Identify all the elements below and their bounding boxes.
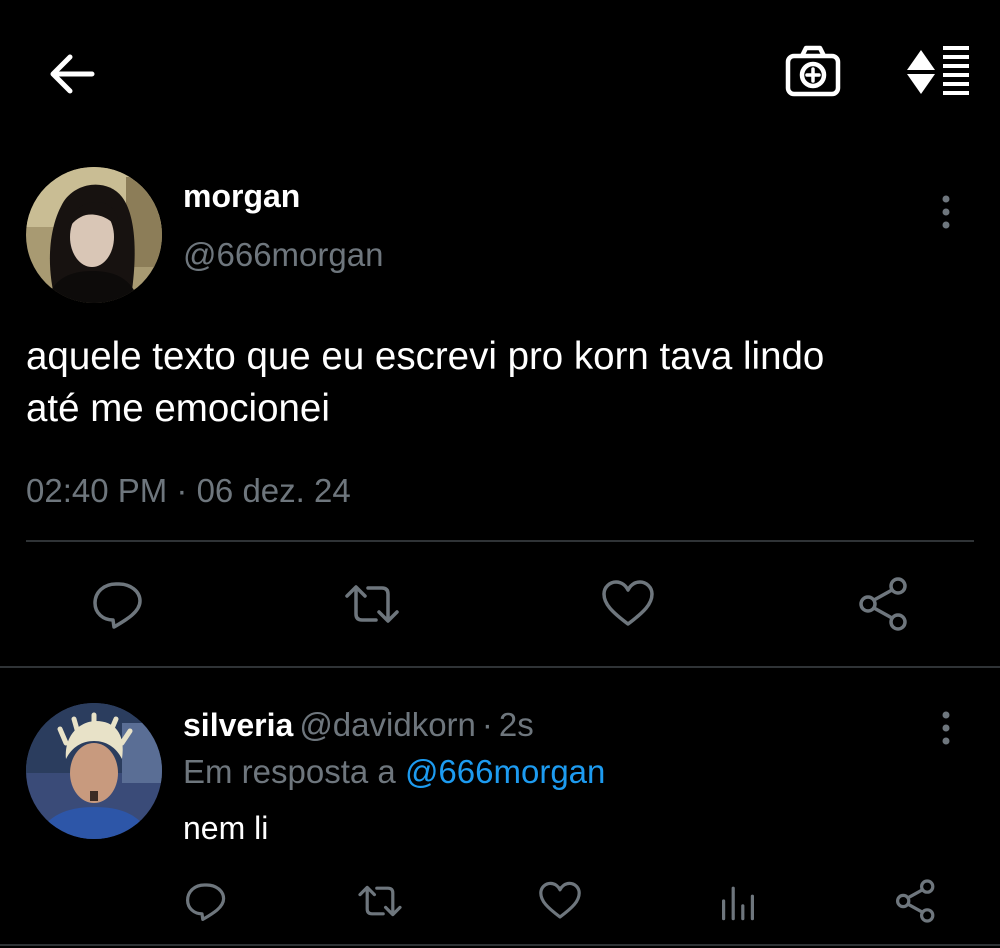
- profile-photo: [26, 703, 162, 839]
- reply-icon: [186, 883, 226, 921]
- avatar[interactable]: [26, 167, 162, 303]
- reply-text: nem li: [183, 810, 269, 846]
- like-icon: [602, 580, 654, 626]
- reply-author-handle[interactable]: @davidkorn: [299, 706, 476, 743]
- reply-avatar[interactable]: [26, 703, 162, 839]
- more-vertical-icon: [942, 711, 950, 745]
- reply-author-display-name[interactable]: silveria: [183, 707, 293, 743]
- like-button[interactable]: [598, 574, 658, 634]
- stats-button[interactable]: [714, 877, 762, 925]
- more-options-button[interactable]: [934, 192, 958, 232]
- reply-button[interactable]: [88, 574, 148, 634]
- reply-header: silveria @davidkorn · 2s: [183, 706, 534, 744]
- author-handle[interactable]: @666morgan: [183, 236, 383, 274]
- tweet-timestamp[interactable]: 02:40 PM · 06 dez. 24: [26, 472, 351, 510]
- divider: [26, 540, 974, 542]
- sort-button[interactable]: [900, 42, 976, 102]
- like-button[interactable]: [536, 877, 584, 925]
- replying-to-label: Em resposta a: [183, 753, 396, 790]
- retweet-icon: [358, 885, 402, 917]
- retweet-button[interactable]: [342, 574, 402, 634]
- share-icon: [859, 577, 907, 631]
- share-button[interactable]: [892, 877, 940, 925]
- reply-button[interactable]: [182, 877, 230, 925]
- retweet-icon: [345, 585, 399, 623]
- retweet-button[interactable]: [356, 877, 404, 925]
- share-button[interactable]: [854, 574, 914, 634]
- like-icon: [539, 881, 581, 919]
- camera-button[interactable]: [782, 42, 844, 102]
- stats-icon: [722, 886, 754, 921]
- tweet-text-line: até me emocionei: [26, 387, 330, 430]
- sort-list-icon: [907, 46, 969, 95]
- mention-link[interactable]: @666morgan: [405, 753, 605, 790]
- back-button[interactable]: [44, 48, 100, 100]
- reply-icon: [93, 582, 142, 629]
- arrow-left-icon: [50, 54, 95, 94]
- author-display-name[interactable]: morgan: [183, 178, 300, 215]
- profile-photo: [26, 167, 162, 303]
- divider: [0, 944, 1000, 946]
- reply-more-options-button[interactable]: [934, 708, 958, 748]
- tweet-text-line: aquele texto que eu escrevi pro korn tav…: [26, 335, 825, 378]
- replying-to: Em resposta a @666morgan: [183, 753, 605, 791]
- separator-dot: ·: [481, 706, 493, 743]
- camera-add-icon: [785, 45, 841, 97]
- reply-time[interactable]: 2s: [499, 706, 534, 743]
- tweet-text: aquele texto que eu escrevi pro korn tav…: [26, 331, 996, 435]
- divider: [0, 666, 1000, 668]
- more-vertical-icon: [942, 195, 950, 229]
- share-icon: [896, 879, 935, 923]
